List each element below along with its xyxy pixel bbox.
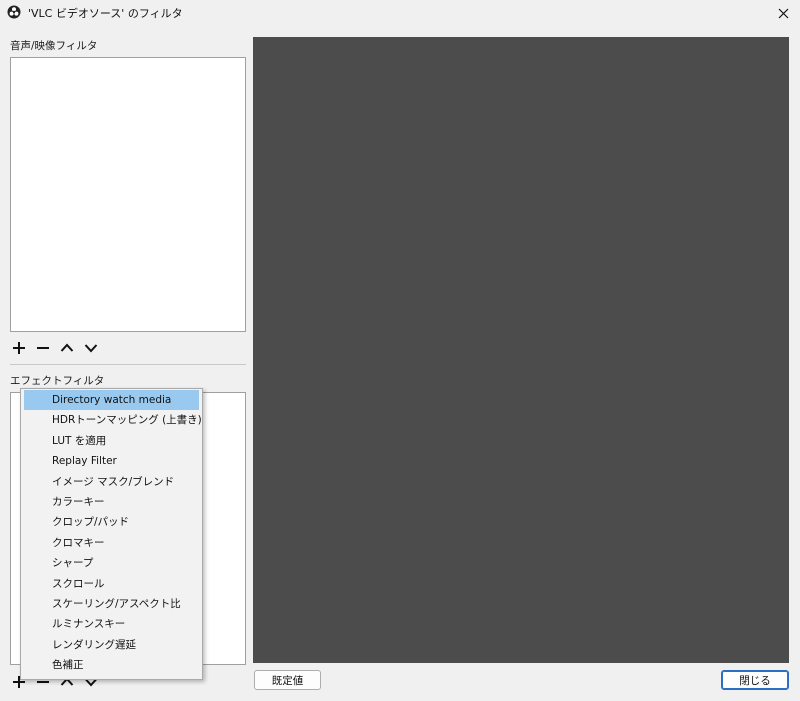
move-down-button[interactable] bbox=[82, 339, 100, 357]
audio-video-filters-label: 音声/映像フィルタ bbox=[10, 40, 98, 52]
chevron-up-icon bbox=[60, 343, 74, 352]
defaults-button[interactable]: 既定値 bbox=[254, 670, 321, 690]
minus-icon bbox=[37, 347, 49, 349]
source-preview bbox=[253, 37, 789, 663]
audio-video-filters-toolbar bbox=[10, 338, 100, 358]
close-window-button[interactable] bbox=[766, 0, 800, 26]
section-divider bbox=[10, 364, 246, 365]
menu-item-scroll[interactable]: スクロール bbox=[24, 574, 199, 594]
add-filter-button[interactable] bbox=[10, 339, 28, 357]
menu-item-render-delay[interactable]: レンダリング遅延 bbox=[24, 635, 199, 655]
effect-filters-label: エフェクトフィルタ bbox=[10, 375, 105, 387]
window-title: 'VLC ビデオソース' のフィルタ bbox=[28, 7, 183, 20]
plus-icon bbox=[13, 342, 25, 354]
obs-logo-icon bbox=[7, 5, 21, 19]
menu-item-chroma-key[interactable]: クロマキー bbox=[24, 533, 199, 553]
close-icon bbox=[778, 8, 788, 18]
menu-item-hdr-tone-mapping[interactable]: HDRトーンマッピング (上書き) bbox=[24, 410, 202, 430]
filters-dialog: 'VLC ビデオソース' のフィルタ 音声/映像フィルタ エフェクトフィルタ 既… bbox=[0, 0, 800, 701]
menu-item-image-mask-blend[interactable]: イメージ マスク/ブレンド bbox=[24, 472, 199, 492]
menu-item-scaling-aspect-ratio[interactable]: スケーリング/アスペクト比 bbox=[24, 594, 199, 614]
add-filter-context-menu: Directory watch media HDRトーンマッピング (上書き) … bbox=[20, 388, 203, 680]
menu-item-sharpen[interactable]: シャープ bbox=[24, 553, 199, 573]
menu-item-color-key[interactable]: カラーキー bbox=[24, 492, 199, 512]
close-button[interactable]: 閉じる bbox=[721, 670, 789, 690]
menu-item-color-correction[interactable]: 色補正 bbox=[24, 655, 199, 675]
remove-filter-button[interactable] bbox=[34, 339, 52, 357]
chevron-down-icon bbox=[84, 344, 98, 353]
menu-item-replay-filter[interactable]: Replay Filter bbox=[24, 451, 199, 471]
menu-item-luma-key[interactable]: ルミナンスキー bbox=[24, 614, 199, 634]
move-up-button[interactable] bbox=[58, 339, 76, 357]
menu-item-apply-lut[interactable]: LUT を適用 bbox=[24, 431, 199, 451]
menu-item-crop-pad[interactable]: クロップ/パッド bbox=[24, 512, 199, 532]
menu-item-directory-watch-media[interactable]: Directory watch media bbox=[24, 390, 199, 411]
audio-video-filters-list[interactable] bbox=[10, 57, 246, 332]
title-bar: 'VLC ビデオソース' のフィルタ bbox=[0, 0, 800, 26]
